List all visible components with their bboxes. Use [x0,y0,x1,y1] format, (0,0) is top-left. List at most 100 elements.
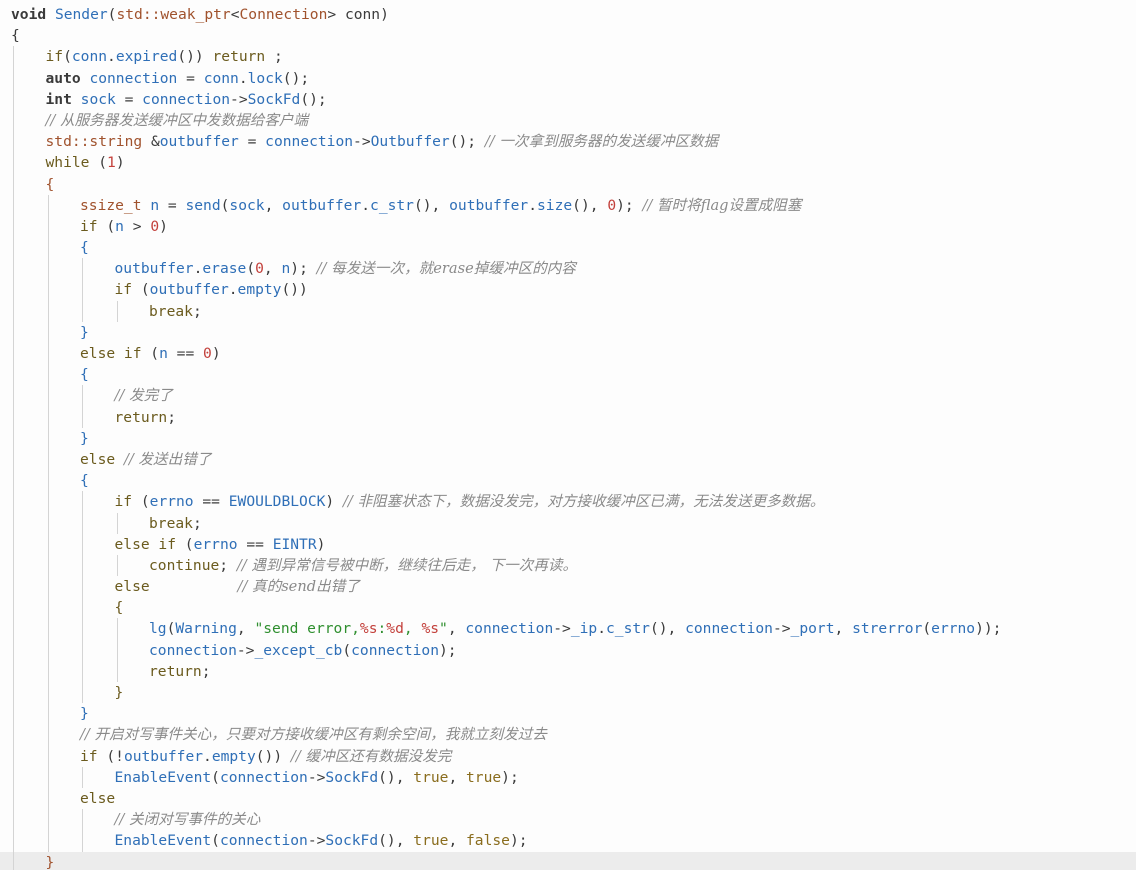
indent-guide [13,682,14,704]
code-line[interactable]: { [0,364,1136,386]
indent-guide [47,766,49,788]
indent-guide [82,533,83,555]
code-text: else if (n == 0) [80,343,221,364]
code-line[interactable]: { [0,470,1136,492]
code-line[interactable]: if (n > 0) [0,215,1136,238]
code-token: (), [649,620,686,638]
indent-guide [13,554,14,577]
code-line[interactable]: else // 真的send出错了 [0,576,1136,598]
code-line[interactable]: else if (n == 0) [0,343,1136,365]
code-line[interactable]: break; [0,512,1136,534]
code-line[interactable]: } [0,427,1136,449]
code-line[interactable]: // 发完了 [0,385,1136,407]
code-line[interactable]: std::string &outbuffer = connection->Out… [0,131,1136,153]
code-token: 0 [255,260,264,278]
indent-guide [13,364,14,386]
indent-guide [47,427,49,449]
indent-guide [82,766,83,788]
code-token: (! [97,747,124,765]
code-token: size [537,196,573,214]
code-line[interactable]: else [0,787,1136,810]
code-token: } [114,684,124,701]
code-line[interactable]: auto connection = conn.lock(); [0,67,1136,89]
code-line[interactable]: lg(Warning, "send error,%s:%d, %s", conn… [0,618,1136,640]
code-line[interactable]: { [0,237,1136,259]
code-line[interactable]: else if (errno == EINTR) [0,533,1136,555]
code-lines[interactable]: void Sender(std::weak_ptr<Connection> co… [0,4,1136,870]
indent-guide [82,258,83,280]
code-line[interactable]: if (!outbuffer.empty()) // 缓冲区还有数据没发完 [0,745,1136,767]
code-text: lg(Warning, "send error,%s:%d, %s", conn… [149,618,1001,639]
code-line[interactable]: // 关闭对写事件的关心 [0,809,1136,831]
code-line[interactable]: // 开启对写事件关心，只要对方接收缓冲区有剩余空间，我就立刻发过去 [0,724,1136,746]
code-line[interactable]: EnableEvent(connection->SockFd(), true, … [0,830,1136,852]
code-line[interactable]: if (errno == EWOULDBLOCK) // 非阻塞状态下，数据没发… [0,491,1136,513]
indent-guide [13,660,14,682]
code-line[interactable]: if(conn.expired()) return ; [0,46,1136,68]
code-token: connection [149,641,237,659]
code-token: ) [316,535,326,553]
code-token: , [263,260,282,278]
code-text: // 开启对写事件关心，只要对方接收缓冲区有剩余空间，我就立刻发过去 [80,724,547,745]
code-line[interactable]: else // 发送出错了 [0,448,1136,471]
code-token: -> [307,768,326,786]
code-line[interactable]: EnableEvent(connection->SockFd(), true, … [0,766,1136,788]
code-line[interactable]: int sock = connection->SockFd(); [0,88,1136,110]
indent-guide [13,279,14,301]
code-line[interactable]: { [0,25,1136,46]
code-line[interactable]: break; [0,300,1136,322]
code-editor[interactable]: void Sender(std::weak_ptr<Connection> co… [0,0,1136,870]
code-token: . [228,281,238,299]
code-token: std::weak_ptr [116,6,231,23]
code-comment: // 从服务器发送缓冲区中发数据给客户端 [45,111,309,129]
code-line[interactable]: } [0,703,1136,725]
code-line[interactable]: return; [0,406,1136,428]
code-token: Sender [54,6,108,23]
indent-guide [82,512,83,534]
code-line[interactable]: { [0,597,1136,619]
code-comment: // 开启对写事件关心，只要对方接收缓冲区有剩余空间，我就立刻发过去 [80,726,547,744]
code-line[interactable]: return; [0,660,1136,682]
code-text: if(conn.expired()) return ; [46,46,283,67]
code-token: , [834,620,853,638]
code-line[interactable]: connection->_except_cb(connection); [0,639,1136,661]
code-line[interactable]: // 从服务器发送缓冲区中发数据给客户端 [0,109,1136,132]
code-line[interactable]: continue; // 遇到异常信号被中断，继续往后走， 下一次再读。 [0,554,1136,577]
indent-guide [13,703,14,725]
code-token: outbuffer [149,281,229,299]
indent-guide [47,385,49,407]
code-line[interactable]: while (1) [0,152,1136,174]
code-line[interactable]: } [0,321,1136,343]
code-token: expired [115,48,178,66]
code-token: -> [236,641,255,659]
code-line[interactable]: } [0,682,1136,704]
code-line[interactable]: void Sender(std::weak_ptr<Connection> co… [0,4,1136,25]
code-text: ssize_t n = send(sock, outbuffer.c_str()… [80,195,801,216]
code-token: -> [230,90,248,108]
code-token: . [107,48,116,66]
code-token: == [167,345,204,362]
code-line[interactable]: outbuffer.erase(0, n); // 每发送一次，就erase掉缓… [0,258,1136,280]
code-token: . [528,196,537,214]
code-token: } [80,705,89,723]
indent-guide [47,258,49,280]
code-token: , [448,768,467,786]
indent-guide [116,554,118,577]
code-text: else [80,788,115,809]
indent-guide [47,597,49,619]
code-token: . [361,196,371,214]
code-line[interactable]: ssize_t n = send(sock, outbuffer.c_str()… [0,194,1136,216]
code-token: empty [237,281,282,299]
code-token: %s [359,620,378,638]
code-comment: // 关闭对写事件的关心 [114,811,261,829]
code-line[interactable]: } [0,851,1136,870]
indent-guide [47,618,49,640]
indent-guide [47,215,49,238]
code-token: } [80,429,89,447]
indent-guide [47,660,49,682]
code-line[interactable]: { [0,173,1136,195]
code-text: { [115,597,124,618]
code-line[interactable]: if (outbuffer.empty()) [0,279,1136,301]
indent-guide [82,385,83,407]
